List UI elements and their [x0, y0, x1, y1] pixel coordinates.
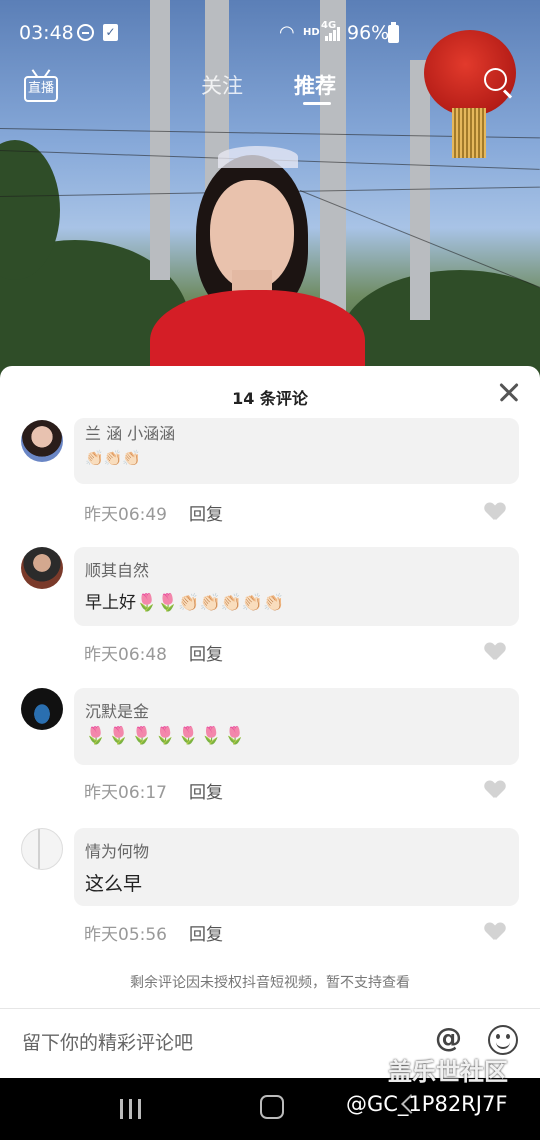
- active-tab-indicator: [303, 102, 331, 105]
- comment-bubble[interactable]: 沉默是金 🌷🌷🌷🌷🌷🌷🌷: [74, 688, 519, 765]
- avatar[interactable]: [21, 688, 63, 730]
- watermark-id: @GC_1P82RJ7F: [346, 1092, 508, 1116]
- comment-item: 兰 涵 小涵涵 👏🏻👏🏻👏🏻 昨天06:49 回复: [0, 418, 540, 552]
- comment-item: 顺其自然 早上好🌷🌷👏🏻👏🏻👏🏻👏🏻👏🏻 昨天06:48 回复: [0, 547, 540, 687]
- status-time: 03:48: [19, 22, 74, 44]
- headdress: [218, 146, 298, 168]
- tab-follow[interactable]: 关注: [201, 70, 243, 100]
- tree-right: [340, 270, 540, 380]
- reply-button[interactable]: 回复: [189, 640, 223, 665]
- reply-button[interactable]: 回复: [189, 778, 223, 803]
- comment-username[interactable]: 顺其自然: [85, 557, 149, 581]
- live-icon: 直播: [24, 76, 58, 102]
- close-icon[interactable]: [498, 382, 520, 404]
- heart-icon[interactable]: [485, 643, 505, 661]
- comment-item: 情为何物 这么早 昨天05:56 回复: [0, 828, 540, 968]
- comment-bubble[interactable]: 情为何物 这么早: [74, 828, 519, 906]
- comment-username[interactable]: 兰 涵 小涵涵: [85, 420, 175, 444]
- comments-sheet: 14 条评论 兰 涵 小涵涵 👏🏻👏🏻👏🏻 昨天06:49 回复 顺其自然 早上…: [0, 366, 540, 1078]
- notification-check-icon: ✓: [103, 24, 118, 41]
- comment-text: 早上好🌷🌷👏🏻👏🏻👏🏻👏🏻👏🏻: [85, 593, 285, 613]
- dnd-icon: [77, 24, 94, 41]
- wifi-icon: ◠: [279, 22, 295, 43]
- avatar[interactable]: [21, 547, 63, 589]
- avatar[interactable]: [21, 828, 63, 870]
- comment-text: 🌷🌷🌷🌷🌷🌷🌷: [85, 726, 248, 746]
- battery-percent: 96%: [347, 22, 390, 44]
- tab-recommend[interactable]: 推荐: [294, 70, 336, 100]
- heart-icon[interactable]: [485, 503, 505, 521]
- comment-time: 昨天06:49: [84, 505, 167, 525]
- comment-text: 这么早: [85, 873, 143, 895]
- comment-text: 👏🏻👏🏻👏🏻: [85, 449, 142, 467]
- reply-button[interactable]: 回复: [189, 920, 223, 945]
- comment-input[interactable]: 留下你的精彩评论吧: [22, 1028, 193, 1055]
- comment-time: 昨天06:17: [84, 783, 167, 803]
- status-bar: 03:48 ✓ ◠ HD 4G 96%: [0, 0, 540, 62]
- search-icon[interactable]: [484, 68, 514, 99]
- recents-icon[interactable]: [120, 1099, 142, 1119]
- hd-label: HD: [303, 27, 320, 38]
- comment-username[interactable]: 情为何物: [85, 838, 149, 862]
- reply-button[interactable]: 回复: [189, 500, 223, 525]
- watermark-title: 盖乐世社区: [388, 1058, 508, 1086]
- sheet-header: 14 条评论: [0, 366, 540, 422]
- comment-bubble[interactable]: 兰 涵 小涵涵 👏🏻👏🏻👏🏻: [74, 418, 519, 484]
- comments-restricted-note: 剩余评论因未授权抖音短视频，暂不支持查看: [130, 975, 410, 991]
- lantern-tassel: [452, 108, 486, 158]
- heart-icon[interactable]: [485, 923, 505, 941]
- comment-username[interactable]: 沉默是金: [85, 698, 149, 722]
- at-icon[interactable]: @: [435, 1023, 462, 1054]
- heart-icon[interactable]: [485, 781, 505, 799]
- comment-bubble[interactable]: 顺其自然 早上好🌷🌷👏🏻👏🏻👏🏻👏🏻👏🏻: [74, 547, 519, 626]
- comment-item: 沉默是金 🌷🌷🌷🌷🌷🌷🌷 昨天06:17 回复: [0, 688, 540, 828]
- home-icon[interactable]: [260, 1095, 284, 1119]
- comment-time: 昨天05:56: [84, 925, 167, 945]
- avatar[interactable]: [21, 420, 63, 462]
- battery-icon: [388, 22, 399, 43]
- top-nav: 直播 关注 推荐: [0, 62, 540, 112]
- comments-count-title: 14 条评论: [232, 389, 308, 408]
- signal-icon: [325, 27, 341, 41]
- live-button[interactable]: 直播: [24, 68, 60, 104]
- comment-time: 昨天06:48: [84, 645, 167, 665]
- emoji-icon[interactable]: [488, 1025, 518, 1055]
